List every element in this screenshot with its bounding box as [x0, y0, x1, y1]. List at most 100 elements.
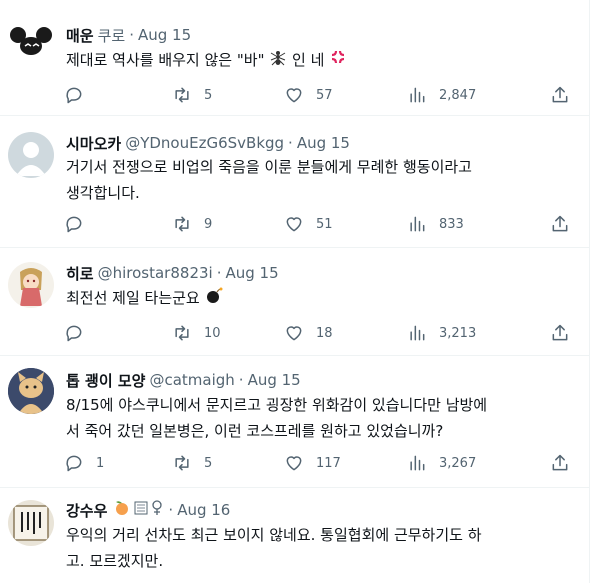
tweet-2[interactable]: 시마오카 @YDnouEzG6SvBkgg · Aug 15 거기서 전쟁으로 … [0, 116, 590, 248]
tweet-5[interactable]: 강수우 · Aug 16 우익의 거리 선차도 최근 보이지 않네요. 통일협회… [0, 488, 590, 583]
reply-icon [66, 87, 82, 104]
username[interactable]: 쿠로 [98, 25, 126, 46]
analytics-icon [410, 216, 425, 232]
reply-button[interactable] [64, 321, 96, 345]
tweet-text-main: 제대로 역사를 배우지 않은 "바" [66, 51, 265, 69]
heart-icon [286, 456, 302, 471]
like-button[interactable]: 117 [284, 451, 341, 475]
tweet-text: 제대로 역사를 배우지 않은 "바" 인 네 [66, 47, 576, 74]
retweet-icon [175, 87, 189, 103]
default-user-avatar-icon [16, 142, 46, 176]
like-count: 18 [316, 325, 333, 341]
retweet-button[interactable]: 10 [172, 321, 221, 345]
share-button[interactable] [550, 451, 570, 475]
retweet-icon [175, 455, 189, 471]
separator-dot: · [168, 501, 174, 519]
display-name[interactable]: 강수우 [66, 500, 107, 521]
views-button[interactable]: 833 [407, 212, 464, 236]
avatar[interactable] [8, 262, 54, 308]
mouse-ears-avatar-icon [10, 27, 52, 55]
tweet-text-line: 우익의 거리 선차도 최근 보이지 않네요. 통일협회에 근무하기도 하 [66, 526, 482, 544]
tweet-header: 강수우 · Aug 16 [66, 499, 230, 521]
like-button[interactable]: 57 [284, 83, 333, 107]
like-count: 57 [316, 87, 333, 103]
views-button[interactable]: 3,267 [407, 451, 476, 475]
peach-icon [113, 499, 131, 521]
display-name[interactable]: 히로 [66, 263, 94, 284]
view-count: 833 [439, 216, 464, 232]
avatar[interactable] [8, 500, 54, 546]
separator-dot: · [288, 134, 293, 152]
views-button[interactable]: 3,213 [407, 321, 476, 345]
like-button[interactable]: 18 [284, 321, 333, 345]
retweet-button[interactable]: 9 [172, 212, 212, 236]
share-button[interactable] [550, 212, 570, 236]
tweet-header: 톱 괭이 모양 @catmaigh · Aug 15 [66, 369, 301, 391]
username[interactable]: @catmaigh [149, 371, 234, 389]
bomb-icon [205, 286, 223, 312]
tweet-date[interactable]: Aug 15 [138, 26, 191, 44]
view-count: 3,267 [439, 455, 477, 471]
tweet-text: 8/15에 야스쿠니에서 문지르고 굉장한 위화감이 있습니다만 남방에 서 죽… [66, 392, 576, 444]
like-button[interactable]: 51 [284, 212, 333, 236]
retweet-icon [175, 216, 189, 232]
tweet-3[interactable]: 히로 @hirostar8823i · Aug 15 최전선 제일 타는군요 1… [0, 248, 590, 356]
heart-icon [286, 88, 302, 103]
view-count: 3,213 [439, 325, 477, 341]
anime-character-avatar-icon [20, 268, 42, 306]
reply-icon [66, 325, 82, 342]
tweet-1[interactable]: 매운 쿠로 · Aug 15 제대로 역사를 배우지 않은 "바" 인 네 5 … [0, 0, 590, 116]
tweet-actions: 9 51 833 [64, 212, 574, 236]
tweet-4[interactable]: 톱 괭이 모양 @catmaigh · Aug 15 8/15에 야스쿠니에서 … [0, 356, 590, 488]
analytics-icon [410, 87, 425, 103]
share-icon [552, 86, 568, 103]
heart-icon [286, 326, 302, 341]
tweet-text-suffix: 인 네 [292, 51, 325, 69]
retweet-button[interactable]: 5 [172, 83, 212, 107]
retweet-count: 5 [204, 87, 213, 103]
tweet-replies-list: 매운 쿠로 · Aug 15 제대로 역사를 배우지 않은 "바" 인 네 5 … [0, 0, 590, 583]
share-button[interactable] [550, 83, 570, 107]
display-name[interactable]: 시마오카 [66, 133, 121, 154]
separator-dot: · [238, 371, 244, 389]
share-button[interactable] [550, 321, 570, 345]
tweet-text-line: 8/15에 야스쿠니에서 문지르고 굉장한 위화감이 있습니다만 남방에 [66, 396, 488, 414]
tweet-text-main: 최전선 제일 타는군요 [66, 289, 200, 307]
username[interactable]: @YDnouEzG6SvBkgg [125, 134, 284, 152]
tweet-actions: 1 5 117 3,267 [64, 451, 574, 475]
views-button[interactable]: 2,847 [407, 83, 476, 107]
reply-button[interactable] [64, 83, 96, 107]
tweet-date[interactable]: Aug 15 [297, 134, 350, 152]
reply-button[interactable]: 1 [64, 451, 104, 475]
separator-dot: · [129, 26, 134, 44]
reply-button[interactable] [64, 212, 96, 236]
retweet-button[interactable]: 5 [172, 451, 212, 475]
display-name[interactable]: 톱 괭이 모양 [66, 370, 145, 391]
retweet-icon [175, 325, 189, 341]
tweet-text: 우익의 거리 선차도 최근 보이지 않네요. 통일협회에 근무하기도 하 고. … [66, 522, 576, 574]
tweet-date[interactable]: Aug 15 [248, 371, 301, 389]
share-icon [552, 215, 568, 232]
ant-icon [269, 48, 287, 74]
like-count: 117 [316, 455, 341, 471]
tweet-text-line: 고. 모르겠지만. [66, 552, 164, 570]
like-count: 51 [316, 216, 333, 232]
reply-count: 1 [96, 455, 105, 471]
username[interactable]: @hirostar8823i [98, 264, 213, 282]
avatar[interactable] [8, 18, 54, 64]
avatar[interactable] [8, 368, 54, 414]
cat-avatar-icon [8, 368, 54, 414]
tweet-actions: 10 18 3,213 [64, 321, 574, 345]
analytics-icon [410, 325, 425, 341]
retweet-count: 9 [204, 216, 213, 232]
tweet-date[interactable]: Aug 16 [177, 501, 230, 519]
share-icon [552, 454, 568, 471]
female-sign-icon [150, 499, 164, 521]
heart-icon [286, 217, 302, 232]
view-count: 2,847 [439, 87, 477, 103]
display-name[interactable]: 매운 [66, 25, 94, 46]
tweet-date[interactable]: Aug 15 [225, 264, 278, 282]
reply-icon [66, 455, 82, 472]
avatar[interactable] [8, 132, 54, 178]
tweet-text-line: 거기서 전쟁으로 비업의 죽음을 이룬 분들에게 무례한 행동이라고 [66, 158, 472, 176]
